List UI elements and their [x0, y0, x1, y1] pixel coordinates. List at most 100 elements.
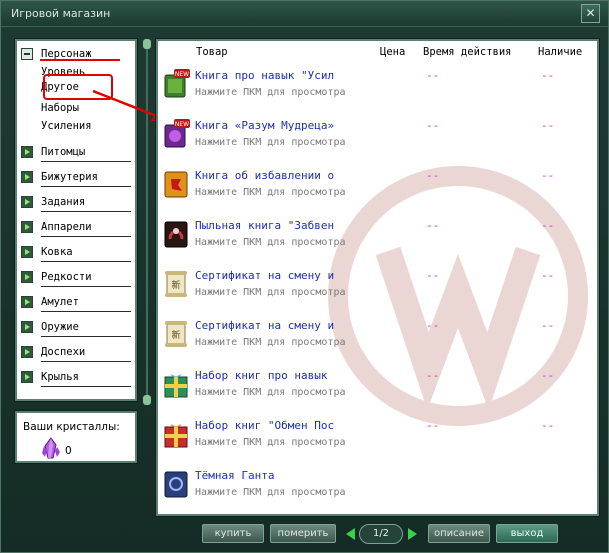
- book-green-new-icon[interactable]: NEW: [162, 69, 190, 99]
- divider: [41, 386, 131, 387]
- item-availability: --: [541, 269, 555, 282]
- expand-arrow-icon[interactable]: [21, 221, 33, 233]
- expand-arrow-icon[interactable]: [21, 371, 33, 383]
- crystal-label: Ваши кристаллы:: [23, 421, 120, 433]
- svg-text:新: 新: [171, 329, 180, 341]
- item-name[interactable]: Набор книг "Обмен Пос: [195, 419, 334, 432]
- expand-arrow-icon[interactable]: [21, 346, 33, 358]
- category-krylya[interactable]: Крылья: [17, 368, 135, 388]
- item-availability: --: [541, 219, 555, 232]
- next-page-arrow-icon[interactable]: [408, 528, 417, 540]
- item-hint: Нажмите ПКМ для просмотра: [195, 387, 346, 398]
- item-name[interactable]: Книга «Разум Мудреца»: [195, 119, 334, 132]
- book-purple-new-icon[interactable]: NEW: [162, 119, 190, 149]
- book-dark-icon[interactable]: [162, 219, 190, 249]
- item-hint: Нажмите ПКМ для просмотра: [195, 87, 346, 98]
- crystal-count: 0: [65, 445, 72, 457]
- item-duration: --: [426, 169, 440, 182]
- item-row[interactable]: Набор книг "Обмен Пос Нажмите ПКМ для пр…: [158, 415, 597, 465]
- category-kovka[interactable]: Ковка: [17, 243, 135, 263]
- item-name[interactable]: Книга про навык "Усил: [195, 69, 334, 82]
- item-name[interactable]: Набор книг про навык: [195, 369, 327, 382]
- item-name[interactable]: Сертификат на смену и: [195, 319, 334, 332]
- item-hint: Нажмите ПКМ для просмотра: [195, 337, 346, 348]
- expand-arrow-icon[interactable]: [21, 296, 33, 308]
- expand-arrow-icon[interactable]: [21, 171, 33, 183]
- item-row[interactable]: NEW Книга про навык "Усил Нажмите ПКМ дл…: [158, 65, 597, 115]
- item-row[interactable]: NEW Книга «Разум Мудреца» Нажмите ПКМ дл…: [158, 115, 597, 165]
- item-row[interactable]: Пыльная книга "Забвен Нажмите ПКМ для пр…: [158, 215, 597, 265]
- crystal-icon: [42, 437, 60, 459]
- expand-arrow-icon[interactable]: [21, 196, 33, 208]
- divider: [41, 211, 131, 212]
- item-duration: --: [426, 369, 440, 382]
- gift-green-icon[interactable]: [162, 369, 190, 399]
- book-orange-icon[interactable]: [162, 169, 190, 199]
- try-on-button[interactable]: померить: [270, 524, 336, 543]
- item-name[interactable]: Книга об избавлении о: [195, 169, 334, 182]
- item-name[interactable]: Тёмная Ганта: [195, 469, 274, 482]
- divider: [41, 161, 131, 162]
- expand-arrow-icon[interactable]: [21, 246, 33, 258]
- exit-button[interactable]: выход: [496, 524, 558, 543]
- buy-button[interactable]: купить: [202, 524, 264, 543]
- divider: [41, 361, 131, 362]
- category-bizhuteriya[interactable]: Бижутерия: [17, 168, 135, 188]
- items-panel: Товар Цена Время действия Наличие NEW Кн…: [156, 39, 599, 516]
- item-hint: Нажмите ПКМ для просмотра: [195, 287, 346, 298]
- item-row[interactable]: Набор книг про навык Нажмите ПКМ для про…: [158, 365, 597, 415]
- header-price: Цена: [380, 46, 406, 58]
- bottom-toolbar: купить померить 1/2 описание выход: [156, 522, 599, 546]
- divider: [41, 336, 131, 337]
- item-row[interactable]: Книга об избавлении о Нажмите ПКМ для пр…: [158, 165, 597, 215]
- category-label: Питомцы: [41, 146, 86, 158]
- item-row[interactable]: Тёмная Ганта Нажмите ПКМ для просмотра: [158, 465, 597, 514]
- category-label: Крылья: [41, 371, 79, 383]
- category-label: Ковка: [41, 246, 73, 258]
- scroll-icon[interactable]: 新: [162, 269, 190, 299]
- header-duration: Время действия: [423, 46, 512, 58]
- category-label: Задания: [41, 196, 86, 208]
- category-oruzhie[interactable]: Оружие: [17, 318, 135, 338]
- item-name[interactable]: Пыльная книга "Забвен: [195, 219, 334, 232]
- title-bar[interactable]: Игровой магазин ✕: [1, 1, 608, 27]
- category-dospekhi[interactable]: Доспехи: [17, 343, 135, 363]
- category-label: Редкости: [41, 271, 92, 283]
- item-hint: Нажмите ПКМ для просмотра: [195, 187, 346, 198]
- item-availability: --: [541, 119, 555, 132]
- header-availability: Наличие: [538, 46, 583, 58]
- subcategory-label: Наборы: [41, 102, 79, 114]
- svg-text:NEW: NEW: [175, 71, 189, 78]
- subcategory-label: Усиления: [41, 120, 92, 132]
- description-button[interactable]: описание: [428, 524, 490, 543]
- expand-arrow-icon[interactable]: [21, 321, 33, 333]
- category-label: Оружие: [41, 321, 79, 333]
- expand-arrow-icon[interactable]: [21, 146, 33, 158]
- item-row[interactable]: 新 Сертификат на смену и Нажмите ПКМ для …: [158, 315, 597, 365]
- divider: [41, 286, 131, 287]
- close-button[interactable]: ✕: [581, 4, 600, 23]
- item-availability: --: [541, 169, 555, 182]
- item-row[interactable]: 新 Сертификат на смену и Нажмите ПКМ для …: [158, 265, 597, 315]
- gift-red-icon[interactable]: [162, 419, 190, 449]
- scroll-icon[interactable]: 新: [162, 319, 190, 349]
- category-label: Аппарели: [41, 221, 92, 233]
- category-zadaniya[interactable]: Задания: [17, 193, 135, 213]
- category-pitomtsy[interactable]: Питомцы: [17, 143, 135, 163]
- category-apparelі[interactable]: Аппарели: [17, 218, 135, 238]
- category-amulet[interactable]: Амулет: [17, 293, 135, 313]
- item-hint: Нажмите ПКМ для просмотра: [195, 237, 346, 248]
- shop-window: Игровой магазин ✕ Персонаж Уровень Друго…: [0, 0, 609, 553]
- collapse-icon[interactable]: [21, 48, 33, 60]
- category-personazh[interactable]: Персонаж: [17, 45, 135, 65]
- book-blue-icon[interactable]: [162, 469, 190, 499]
- item-availability: --: [541, 369, 555, 382]
- item-hint: Нажмите ПКМ для просмотра: [195, 487, 346, 498]
- prev-page-arrow-icon[interactable]: [346, 528, 355, 540]
- item-name[interactable]: Сертификат на смену и: [195, 269, 334, 282]
- header-item: Товар: [196, 46, 228, 58]
- category-label: Доспехи: [41, 346, 86, 358]
- window-title: Игровой магазин: [11, 7, 111, 20]
- category-redkosti[interactable]: Редкости: [17, 268, 135, 288]
- expand-arrow-icon[interactable]: [21, 271, 33, 283]
